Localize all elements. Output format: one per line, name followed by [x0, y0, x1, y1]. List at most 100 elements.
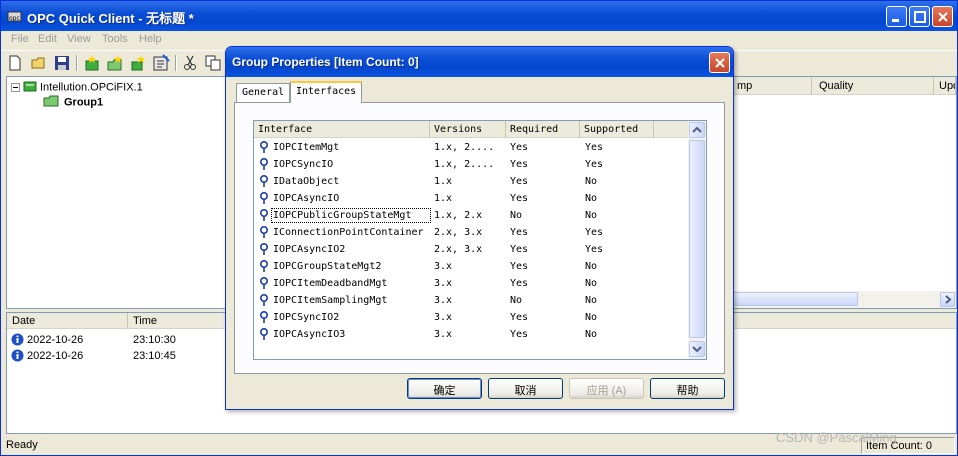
- menu-file[interactable]: File: [11, 33, 29, 45]
- main-titlebar[interactable]: opc OPC Quick Client - 无标题 *: [1, 1, 957, 31]
- status-ready: Ready: [6, 439, 38, 451]
- new-item-icon: [131, 55, 145, 71]
- interface-row[interactable]: IOPCAsyncIO3 3.x Yes No: [254, 326, 688, 343]
- save-button[interactable]: [53, 54, 71, 72]
- interface-versions: 2.x, 3.x: [434, 227, 483, 238]
- interfaces-tab-panel: Interface Versions Required Supported IO…: [234, 102, 725, 374]
- properties-button[interactable]: [152, 54, 170, 72]
- scroll-down-button[interactable]: [689, 341, 705, 357]
- log-date: 2022-10-26: [27, 350, 84, 362]
- new-server-button[interactable]: [83, 54, 101, 72]
- interface-supported: No: [585, 176, 598, 187]
- menu-help[interactable]: Help: [139, 33, 162, 45]
- scroll-up-button[interactable]: [689, 122, 705, 138]
- chevron-right-icon: [945, 295, 952, 304]
- close-button[interactable]: [932, 6, 953, 27]
- interface-list[interactable]: Interface Versions Required Supported IO…: [253, 120, 707, 360]
- interface-row[interactable]: IOPCSyncIO 1.x, 2.... Yes Yes: [254, 156, 688, 173]
- interface-name: IOPCSyncIO: [273, 159, 334, 170]
- help-button[interactable]: 帮助: [650, 378, 725, 399]
- hscroll-thumb[interactable]: [728, 292, 858, 306]
- interface-versions: 3.x: [434, 278, 453, 289]
- interface-supported: Yes: [585, 244, 604, 255]
- interface-name: IOPCSyncIO2: [273, 312, 340, 323]
- interface-supported: No: [585, 193, 598, 204]
- interface-versions: 1.x: [434, 193, 453, 204]
- column-header-update[interactable]: Upd: [934, 77, 956, 95]
- server-tree[interactable]: Intellution.OPCiFIX.1 Group1: [6, 76, 229, 309]
- interface-row[interactable]: IOPCGroupStateMgt2 3.x Yes No: [254, 258, 688, 275]
- interface-list-vscrollbar[interactable]: [688, 121, 706, 359]
- interface-name: IConnectionPointContainer: [273, 227, 424, 238]
- column-header-interface[interactable]: Interface: [254, 121, 430, 138]
- interface-required: Yes: [510, 329, 529, 340]
- interface-icon: [259, 140, 269, 157]
- interface-row[interactable]: IDataObject 1.x Yes No: [254, 173, 688, 190]
- maximize-button[interactable]: [909, 6, 930, 27]
- interface-versions: 3.x: [434, 295, 453, 306]
- interface-icon: [259, 157, 269, 174]
- interface-versions: 3.x: [434, 261, 453, 272]
- tab-general[interactable]: General: [236, 83, 291, 102]
- tab-interfaces[interactable]: Interfaces: [290, 81, 363, 103]
- copy-icon: [205, 55, 221, 71]
- interface-name: IOPCAsyncIO3: [273, 329, 346, 340]
- column-header-date[interactable]: Date: [7, 313, 128, 329]
- interface-row[interactable]: IOPCAsyncIO 1.x Yes No: [254, 190, 688, 207]
- column-header-timestamp[interactable]: mp: [732, 77, 812, 95]
- interface-required: Yes: [510, 142, 529, 153]
- interface-row[interactable]: IOPCSyncIO2 3.x Yes No: [254, 309, 688, 326]
- svg-text:opc: opc: [9, 15, 20, 22]
- column-header-quality[interactable]: Quality: [814, 77, 934, 95]
- dialog-close-button[interactable]: [709, 52, 730, 73]
- interface-name: IOPCGroupStateMgt2: [273, 261, 382, 272]
- tree-node-server[interactable]: Intellution.OPCiFIX.1: [11, 80, 143, 95]
- opc-app-icon: opc: [7, 9, 23, 23]
- interface-list-header: Interface Versions Required Supported: [254, 121, 688, 138]
- toolbar-separator: [175, 55, 177, 71]
- column-header-required[interactable]: Required: [506, 121, 580, 138]
- close-icon: [715, 58, 725, 68]
- cancel-button[interactable]: 取消: [488, 378, 563, 399]
- interface-name: IOPCItemMgt: [273, 142, 340, 153]
- interface-icon: [259, 310, 269, 327]
- properties-icon: [153, 54, 170, 71]
- new-item-button[interactable]: [129, 54, 147, 72]
- column-header-time[interactable]: Time: [128, 313, 238, 329]
- interface-versions: 3.x: [434, 329, 453, 340]
- interface-row[interactable]: IOPCItemSamplingMgt 3.x No No: [254, 292, 688, 309]
- minimize-button[interactable]: [886, 6, 907, 27]
- main-window-title: OPC Quick Client - 无标题 *: [27, 11, 194, 26]
- interface-row[interactable]: IOPCAsyncIO2 2.x, 3.x Yes Yes: [254, 241, 688, 258]
- menu-tools[interactable]: Tools: [102, 33, 128, 45]
- interface-row[interactable]: IOPCItemDeadbandMgt 3.x Yes No: [254, 275, 688, 292]
- interface-row[interactable]: IConnectionPointContainer 2.x, 3.x Yes Yes: [254, 224, 688, 241]
- open-button[interactable]: [30, 54, 48, 72]
- column-header-versions[interactable]: Versions: [430, 121, 506, 138]
- apply-button[interactable]: 应用 (A): [569, 378, 644, 399]
- menu-view[interactable]: View: [67, 33, 91, 45]
- ok-button[interactable]: 确定: [407, 378, 482, 399]
- cut-button[interactable]: [181, 54, 199, 72]
- interface-supported: No: [585, 312, 598, 323]
- collapse-icon[interactable]: [11, 83, 20, 92]
- new-file-button[interactable]: [6, 54, 24, 72]
- scroll-right-button[interactable]: [940, 292, 955, 307]
- interface-required: Yes: [510, 261, 529, 272]
- interface-required: Yes: [510, 159, 529, 170]
- interface-supported: No: [585, 261, 598, 272]
- close-icon: [938, 12, 948, 22]
- dialog-titlebar[interactable]: Group Properties [Item Count: 0]: [226, 47, 733, 77]
- log-time: 23:10:45: [133, 350, 176, 362]
- tree-node-group[interactable]: Group1: [43, 95, 103, 110]
- interface-row[interactable]: IOPCPublicGroupStateMgt 1.x, 2.x No No: [254, 207, 688, 224]
- menu-edit[interactable]: Edit: [38, 33, 57, 45]
- save-icon: [55, 56, 69, 70]
- interface-row[interactable]: IOPCItemMgt 1.x, 2.... Yes Yes: [254, 139, 688, 156]
- new-file-icon: [9, 55, 21, 71]
- interface-icon: [259, 174, 269, 191]
- vscroll-thumb[interactable]: [689, 140, 705, 338]
- column-header-supported[interactable]: Supported: [580, 121, 654, 138]
- new-group-button[interactable]: [106, 54, 124, 72]
- copy-button[interactable]: [204, 54, 222, 72]
